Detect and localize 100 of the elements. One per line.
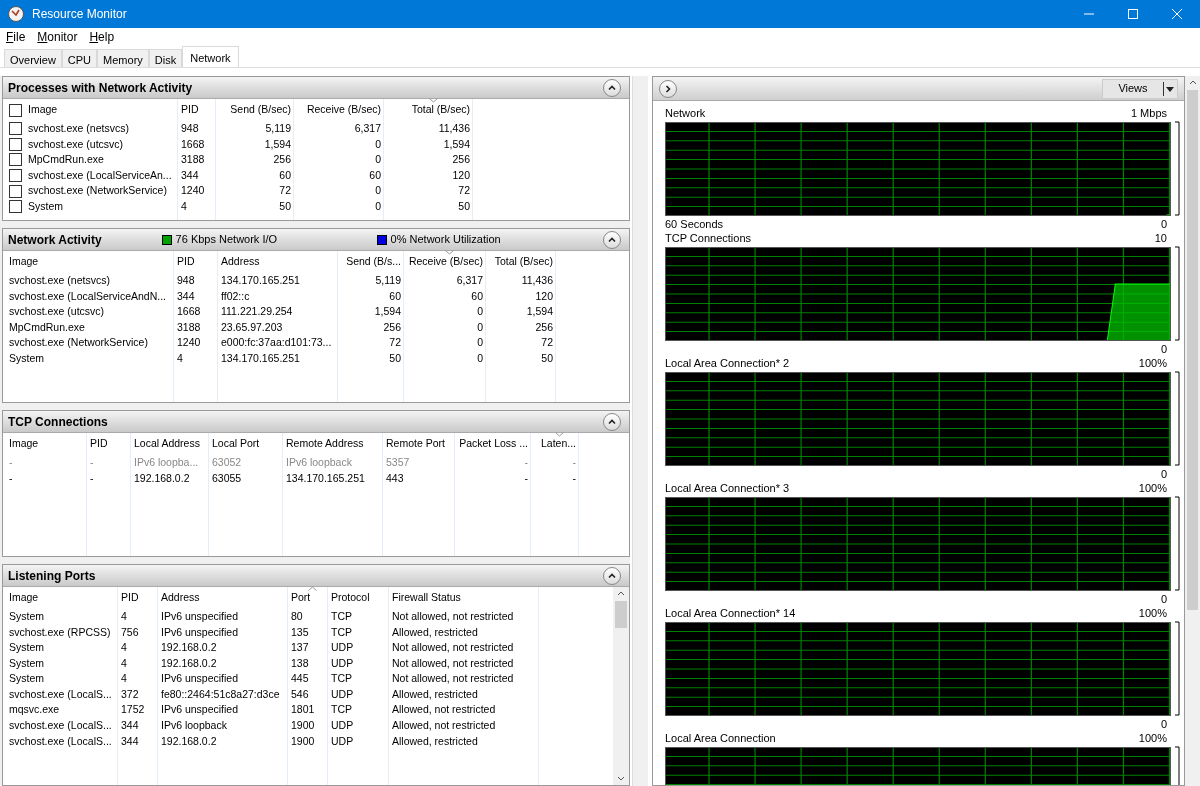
column-header[interactable]: Image	[9, 590, 39, 606]
table-cell-text: 138	[291, 655, 309, 671]
table-cell-text: System	[9, 350, 44, 366]
table-cell-text: 50	[458, 198, 470, 214]
scrollbar-thumb[interactable]	[615, 601, 627, 628]
column-header[interactable]: Image	[9, 254, 39, 270]
column-header[interactable]: Local Address	[134, 436, 200, 452]
views-button[interactable]: Views	[1102, 78, 1178, 99]
column-header[interactable]: Image	[28, 102, 58, 118]
table-cell-text: Not allowed, not restricted	[392, 608, 514, 624]
checkbox[interactable]	[9, 137, 22, 151]
table-cell-text: 5357	[386, 454, 410, 470]
column-header[interactable]: Total (B/sec)	[494, 254, 553, 270]
table-cell-text: svchost.exe (utcsvc)	[28, 136, 124, 152]
scrollbar[interactable]	[613, 587, 629, 785]
panel-header[interactable]: TCP Connections	[3, 411, 629, 433]
column-header[interactable]: Laten...	[540, 436, 576, 452]
panel-header[interactable]: Listening Ports	[3, 565, 629, 587]
table-cell-text: ff02::c	[221, 288, 250, 304]
table-cell-text: 1752	[121, 702, 145, 718]
column-header[interactable]: PID	[177, 254, 195, 270]
table-cell: 4	[121, 640, 127, 656]
column-header[interactable]: Remote Address	[286, 436, 364, 452]
table-cell-text: 372	[121, 686, 139, 702]
column-header[interactable]: Send (B/sec)	[230, 102, 291, 118]
table-cell-text: 5,119	[375, 272, 401, 288]
table-cell-text: 60	[369, 167, 381, 183]
scale-max-label: 100%	[1138, 730, 1167, 746]
checkbox[interactable]	[9, 200, 22, 214]
column-header[interactable]: Address	[221, 254, 260, 270]
panel-header[interactable]: Network Activity 76 Kbps Network I/O 0% Network Utilization	[3, 229, 629, 251]
column-header[interactable]: Receive (B/sec)	[408, 254, 483, 270]
table-cell-text: 120	[452, 167, 470, 183]
scrollbar[interactable]	[1185, 76, 1200, 786]
maximize-icon[interactable]	[1128, 9, 1138, 19]
column-header[interactable]: PID	[90, 436, 108, 452]
table-cell-text: svchost.exe (netsvcs)	[28, 120, 129, 136]
checkbox[interactable]	[9, 103, 22, 117]
menu-item[interactable]: File	[6, 28, 26, 46]
table-cell-text: 72	[389, 335, 401, 351]
checkbox[interactable]	[9, 122, 22, 136]
column-header[interactable]: Total (B/sec)	[411, 102, 470, 118]
table-cell-text: 4	[177, 350, 183, 366]
table-cell-text: 60	[279, 167, 291, 183]
table-cell-text: 0	[375, 183, 381, 199]
expand-button[interactable]	[659, 79, 677, 98]
table-cell-text: 546	[291, 686, 309, 702]
collapse-button[interactable]	[603, 78, 621, 97]
menu-item[interactable]: Monitor	[37, 28, 78, 46]
table-cell-text: 72	[279, 183, 291, 199]
column-header[interactable]: Packet Loss ...	[459, 436, 528, 452]
column-header[interactable]: Address	[161, 590, 200, 606]
table-cell-text: IPv6 unspecified	[161, 608, 239, 624]
table-cell-text: System	[9, 671, 44, 687]
app-icon	[8, 6, 24, 22]
table-cell: 1668	[177, 304, 201, 320]
table-cell-text: 60	[471, 288, 483, 304]
scrollbar[interactable]	[632, 76, 648, 786]
checkbox[interactable]	[9, 153, 22, 167]
table-cell-text: TCP	[331, 702, 352, 718]
scrollbar-thumb[interactable]	[1187, 90, 1198, 610]
column-header[interactable]: Remote Port	[386, 436, 445, 452]
panel-title: Listening Ports	[8, 567, 96, 585]
panel-header[interactable]: Processes with Network Activity	[3, 77, 629, 99]
tab[interactable]: CPU	[61, 49, 98, 67]
table-cell-text: TCP	[331, 671, 352, 687]
column-header[interactable]: Image	[9, 436, 39, 452]
column-header[interactable]: PID	[181, 102, 199, 118]
tab[interactable]: Memory	[97, 49, 149, 67]
table-cell-text: 1900	[291, 733, 315, 749]
checkbox[interactable]	[9, 169, 22, 183]
collapse-button[interactable]	[603, 230, 621, 249]
table-cell-text: svchost.exe (NetworkService)	[28, 183, 167, 199]
column-header[interactable]: Local Port	[212, 436, 260, 452]
close-icon[interactable]	[1172, 9, 1182, 19]
tab[interactable]: Overview	[4, 49, 62, 67]
table-cell: 137	[291, 640, 309, 656]
table-cell-text: svchost.exe (netsvcs)	[9, 272, 110, 288]
dropdown-caret-icon[interactable]	[1163, 81, 1175, 96]
column-header[interactable]: Port	[291, 590, 311, 606]
table-cell-text: IPv6 unspecified	[161, 624, 239, 640]
tab[interactable]: Disk	[148, 49, 183, 67]
column-header[interactable]: Receive (B/sec)	[306, 102, 381, 118]
table-cell-text: -	[524, 470, 528, 486]
table-cell: 344	[121, 718, 139, 734]
column-header[interactable]: Firewall Status	[392, 590, 461, 606]
graph-title: Local Area Connection	[665, 730, 777, 746]
table-cell-text: 0	[477, 335, 483, 351]
checkbox[interactable]	[9, 184, 22, 198]
column-header[interactable]: Send (B/s...	[346, 254, 401, 270]
collapse-button[interactable]	[603, 412, 621, 431]
panel-title: TCP Connections	[8, 413, 108, 431]
tab[interactable]: Network	[182, 46, 239, 67]
menu-item[interactable]: Help	[89, 28, 115, 46]
column-header[interactable]: PID	[121, 590, 139, 606]
table-cell-text: 0	[375, 136, 381, 152]
collapse-button[interactable]	[603, 566, 621, 585]
table-cell-text: 63055	[212, 470, 242, 486]
column-header[interactable]: Protocol	[331, 590, 370, 606]
graph-title: TCP Connections	[665, 230, 752, 246]
